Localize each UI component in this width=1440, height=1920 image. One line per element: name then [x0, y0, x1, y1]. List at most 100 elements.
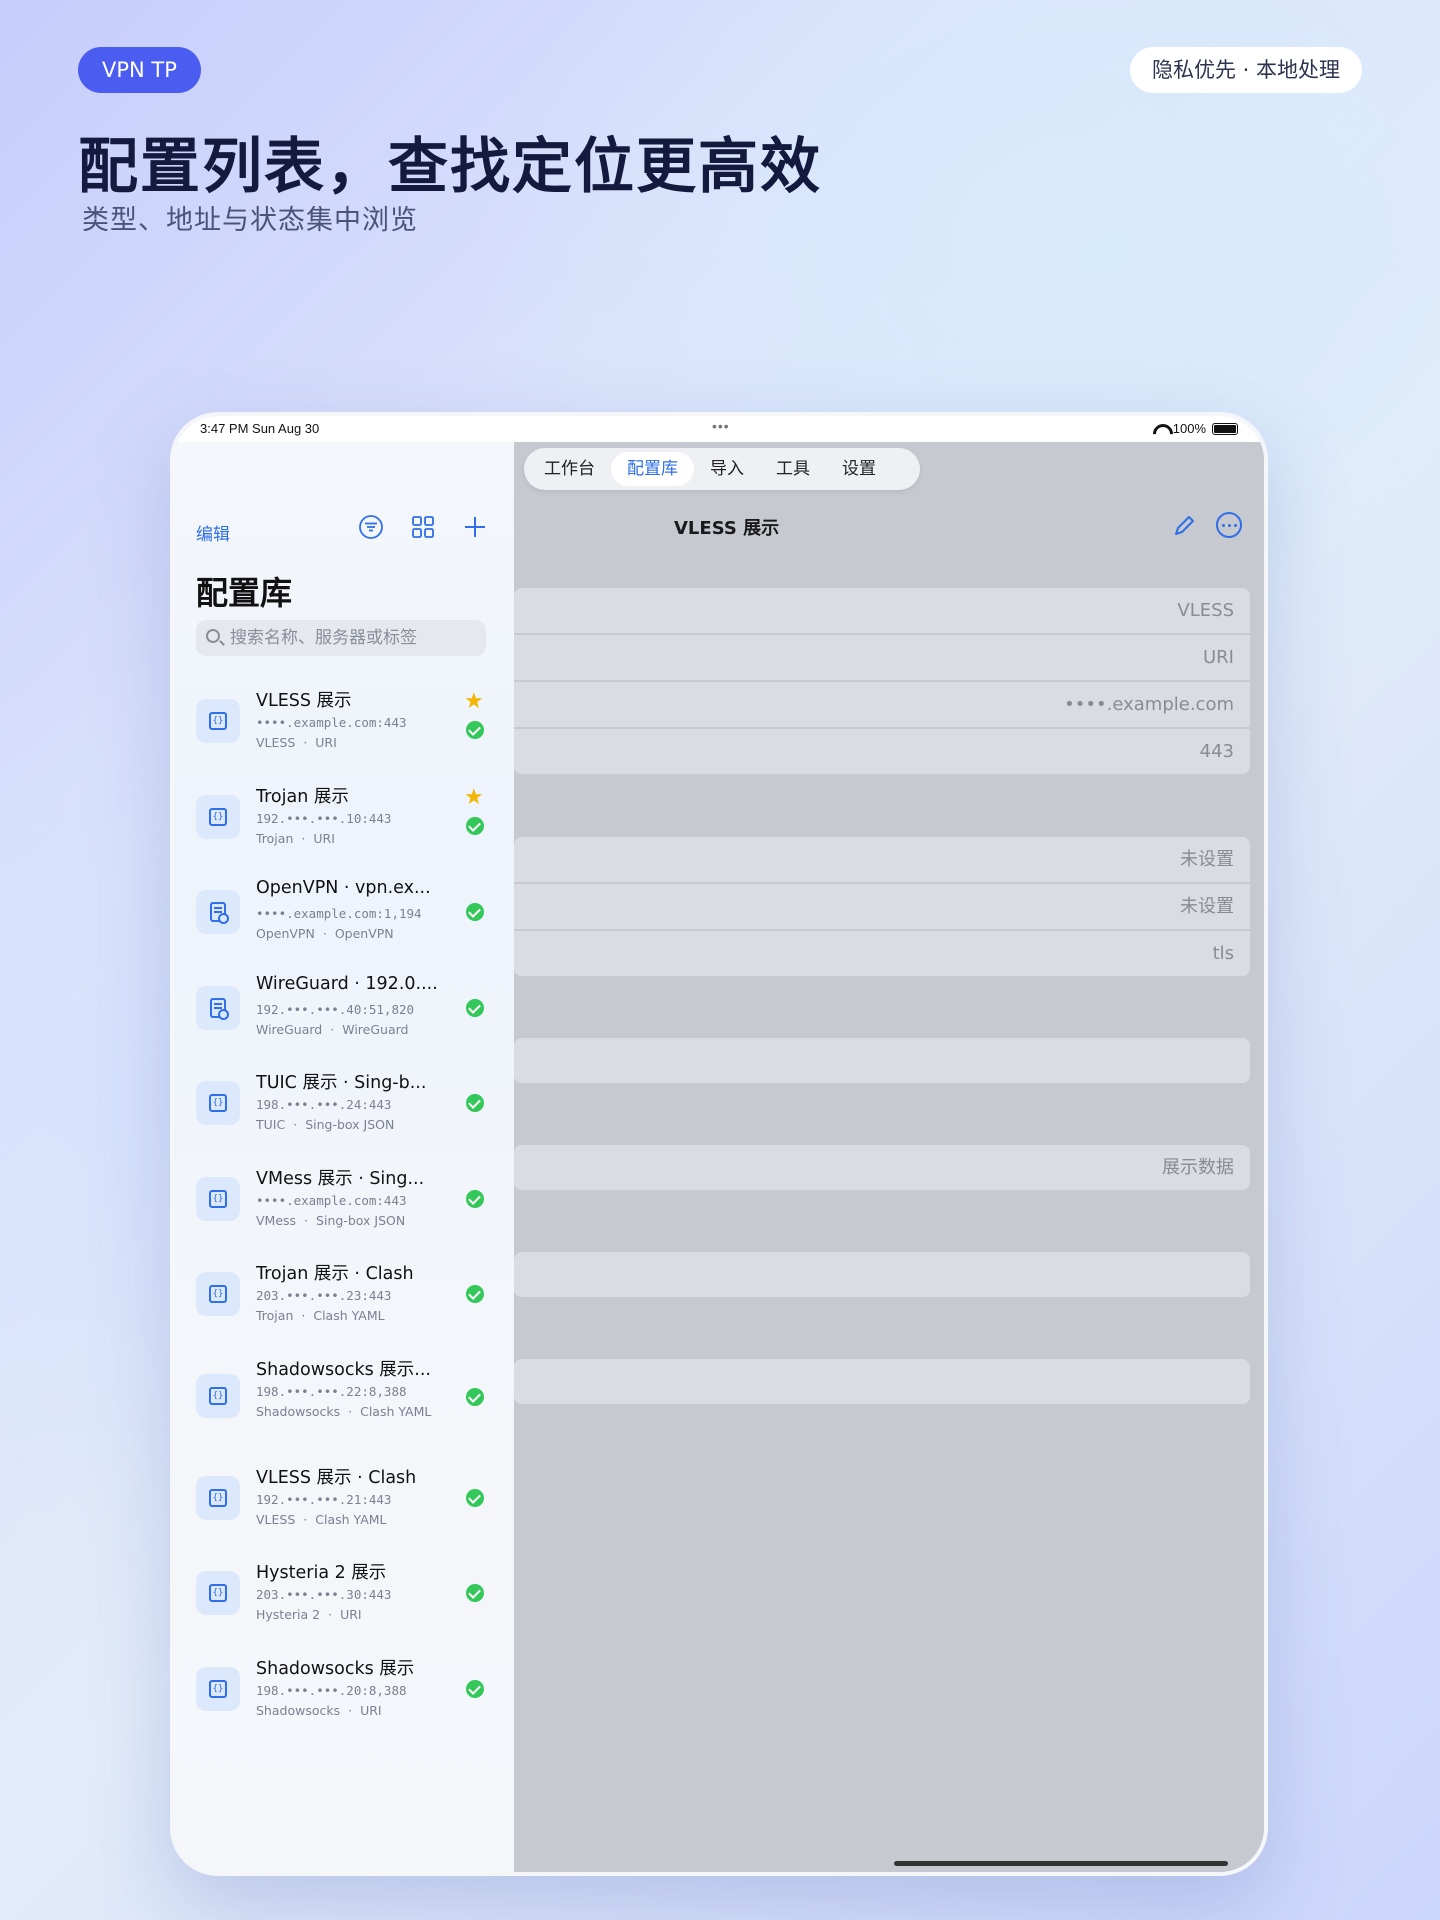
item-format: Clash YAML — [360, 1403, 432, 1419]
item-format: OpenVPN — [334, 926, 394, 941]
item-name: TUIC 展示 · Sing-b... — [256, 1073, 427, 1093]
detail-row-security[interactable]: tls — [514, 931, 1250, 977]
item-name: VLESS 展示 — [256, 691, 352, 711]
checkmark-icon — [466, 1285, 484, 1303]
item-address: 203.•••.•••.23:443 — [256, 1288, 392, 1303]
list-item[interactable]: WireGuard · 192.0.... 192.•••.•••.40:51,… — [174, 964, 514, 1060]
item-name: OpenVPN · vpn.ex... — [256, 878, 431, 898]
item-meta: TUIC · Sing-box JSON — [256, 1117, 395, 1132]
item-protocol: Shadowsocks — [256, 1702, 341, 1718]
checkmark-icon — [466, 1189, 484, 1208]
item-meta: VLESS · URI — [256, 735, 337, 750]
tab-config-library[interactable]: 配置库 — [611, 452, 694, 486]
item-address: 198.•••.•••.24:443 — [256, 1097, 392, 1112]
item-address: 198.•••.•••.20:8,388 — [256, 1682, 407, 1698]
search-icon — [206, 629, 220, 643]
code-file-icon: {} — [196, 1176, 240, 1221]
privacy-badge: 隐私优先 · 本地处理 — [1129, 47, 1362, 93]
list-item[interactable]: {} Trojan 展示 192.•••.•••.10:443 Trojan · U… — [174, 773, 514, 869]
item-name: VLESS 展示 · Clash — [256, 1467, 417, 1488]
code-file-icon: {} — [196, 1373, 240, 1418]
item-meta: VLESS · Clash YAML — [256, 1511, 387, 1527]
item-format: WireGuard — [342, 1021, 409, 1037]
multitask-dots[interactable]: ••• — [712, 418, 730, 434]
tab-settings[interactable]: 设置 — [826, 452, 892, 486]
item-address: 192.•••.•••.21:443 — [256, 1491, 392, 1507]
item-name: Trojan 展示 — [256, 786, 349, 807]
status-bar: 3:47 PM Sun Aug 30 ••• 100% — [174, 416, 1264, 442]
item-format: URI — [340, 1607, 362, 1622]
item-protocol: Trojan — [256, 830, 294, 846]
battery-icon — [1212, 422, 1238, 435]
item-format: Clash YAML — [315, 1511, 387, 1527]
list-item[interactable]: {} Shadowsocks 展示 198.•••.•••.20:8,388 S… — [174, 1645, 514, 1741]
item-meta: WireGuard · WireGuard — [256, 1021, 409, 1037]
item-address: ••••.example.com:443 — [256, 1192, 407, 1208]
star-icon[interactable]: ★ — [464, 689, 484, 714]
sidebar: 编辑 配置库 搜索名称、服务器或标签 {} VLESS 展示 ••••.exam… — [174, 442, 514, 1872]
detail-row-protocol[interactable]: VLESS — [514, 588, 1250, 634]
more-options-icon[interactable] — [1216, 512, 1242, 538]
list-item[interactable]: {} Trojan 展示 · Clash 203.•••.•••.23:443 … — [174, 1250, 514, 1346]
item-meta: Trojan · URI — [256, 830, 335, 846]
tab-workbench[interactable]: 工作台 — [528, 452, 611, 486]
item-address: ••••.example.com:443 — [256, 715, 407, 730]
checkmark-icon — [466, 721, 484, 739]
tablet-frame: 3:47 PM Sun Aug 30 ••• 100% 工作台 配置库 导入 工… — [170, 412, 1268, 1876]
sidebar-title: 配置库 — [196, 574, 293, 612]
detail-row-setting-1[interactable]: 未设置 — [514, 837, 1250, 883]
item-name: Trojan 展示 · Clash — [256, 1264, 414, 1284]
item-protocol: VLESS — [256, 735, 296, 750]
code-file-icon: {} — [196, 1272, 240, 1316]
code-file-icon: {} — [196, 1666, 240, 1711]
code-file-icon: {} — [196, 1571, 240, 1615]
checkmark-icon — [466, 1094, 484, 1112]
detail-row-server[interactable]: ••••.example.com — [514, 682, 1250, 728]
subline: 类型、地址与状态集中浏览 — [82, 205, 418, 236]
home-indicator[interactable] — [894, 1861, 1228, 1866]
list-item[interactable]: {} VLESS 展示 ••••.example.com:443 VLESS · U… — [174, 677, 514, 773]
detail-row-note[interactable]: 展示数据 — [514, 1145, 1250, 1191]
item-format: Clash YAML — [313, 1308, 385, 1323]
status-indicators: 100% — [1153, 421, 1238, 436]
tab-tools[interactable]: 工具 — [760, 452, 826, 486]
item-protocol: WireGuard — [256, 1021, 323, 1037]
headline: 配置列表，查找定位更高效 — [78, 132, 822, 202]
battery-percent: 100% — [1172, 421, 1206, 436]
item-format: Sing-box JSON — [305, 1117, 395, 1132]
list-item[interactable]: {} VMess 展示 · Sing... ••••.example.com:4… — [174, 1155, 514, 1251]
list-item[interactable]: {} Shadowsocks 展示... 198.•••.•••.22:8,38… — [174, 1346, 514, 1454]
search-field[interactable]: 搜索名称、服务器或标签 — [196, 620, 486, 656]
detail-title: VLESS 展示 — [674, 518, 780, 539]
add-icon[interactable] — [462, 514, 488, 540]
pencil-icon[interactable] — [1172, 514, 1196, 538]
checkmark-icon — [466, 903, 484, 921]
checkmark-icon — [466, 1679, 484, 1698]
star-icon[interactable]: ★ — [464, 785, 484, 810]
list-item[interactable]: {} Hysteria 2 展示 203.•••.•••.30:443 Hyst… — [174, 1549, 514, 1645]
edit-button[interactable]: 编辑 — [196, 520, 230, 545]
wifi-icon — [1153, 424, 1167, 434]
tab-import[interactable]: 导入 — [694, 452, 760, 486]
code-file-icon: {} — [196, 699, 240, 743]
item-protocol: Hysteria 2 — [256, 1607, 321, 1622]
item-protocol: OpenVPN — [256, 926, 315, 941]
detail-row-setting-2[interactable]: 未设置 — [514, 884, 1250, 930]
detail-row-empty-1[interactable] — [514, 1038, 1250, 1084]
item-protocol: Trojan — [256, 1308, 294, 1323]
item-name: Shadowsocks 展示 — [256, 1658, 415, 1679]
list-item[interactable]: {} VLESS 展示 · Clash 192.•••.•••.21:443 V… — [174, 1454, 514, 1550]
detail-row-format[interactable]: URI — [514, 635, 1250, 681]
detail-row-port[interactable]: 443 — [514, 729, 1250, 775]
filter-icon[interactable] — [358, 514, 384, 540]
detail-row-empty-3[interactable] — [514, 1359, 1250, 1405]
tab-bar: 工作台 配置库 导入 工具 设置 — [524, 448, 920, 490]
list-item[interactable]: {} TUIC 展示 · Sing-b... 198.•••.•••.24:44… — [174, 1059, 514, 1155]
item-meta: Hysteria 2 · URI — [256, 1607, 362, 1622]
list-item[interactable]: OpenVPN · vpn.ex... ••••.example.com:1,1… — [174, 868, 514, 964]
item-name: VMess 展示 · Sing... — [256, 1168, 425, 1189]
document-search-icon — [196, 985, 240, 1030]
detail-row-empty-2[interactable] — [514, 1252, 1250, 1298]
status-time: 3:47 PM Sun Aug 30 — [200, 421, 320, 436]
grid-view-icon[interactable] — [410, 514, 436, 540]
